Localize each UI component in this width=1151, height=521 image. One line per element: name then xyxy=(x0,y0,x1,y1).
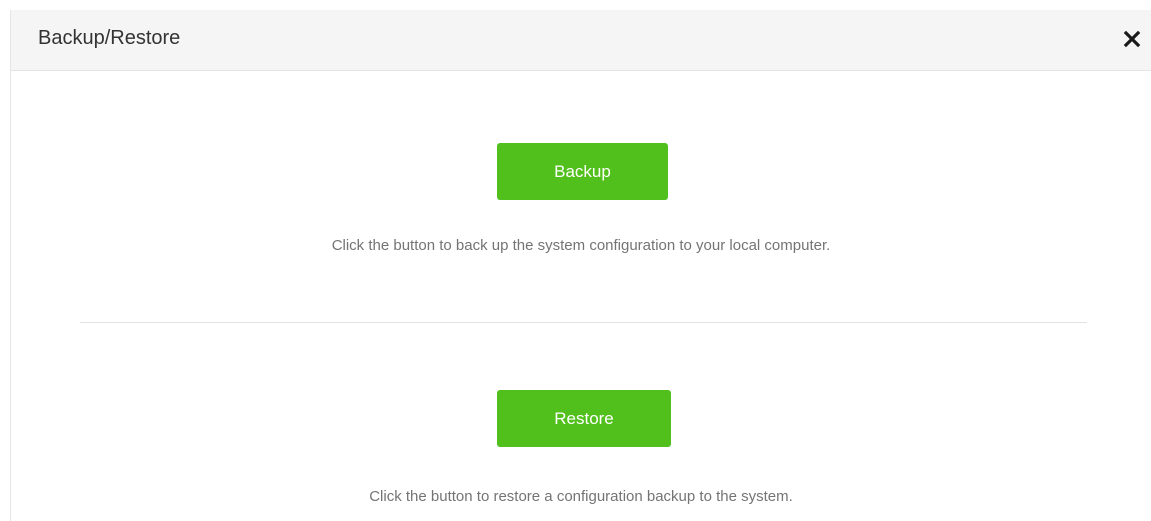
restore-description: Click the button to restore a configurat… xyxy=(369,488,793,505)
dialog-title: Backup/Restore xyxy=(38,27,181,49)
section-divider xyxy=(80,322,1087,323)
close-button[interactable] xyxy=(1121,28,1143,50)
restore-button[interactable]: Restore xyxy=(497,390,671,447)
dialog-header: Backup/Restore xyxy=(11,10,1151,71)
backup-button[interactable]: Backup xyxy=(497,143,668,200)
backup-description: Click the button to back up the system c… xyxy=(331,237,831,254)
backup-restore-dialog: Backup/Restore Backup Click the button t… xyxy=(10,10,1151,521)
close-icon xyxy=(1123,30,1141,48)
